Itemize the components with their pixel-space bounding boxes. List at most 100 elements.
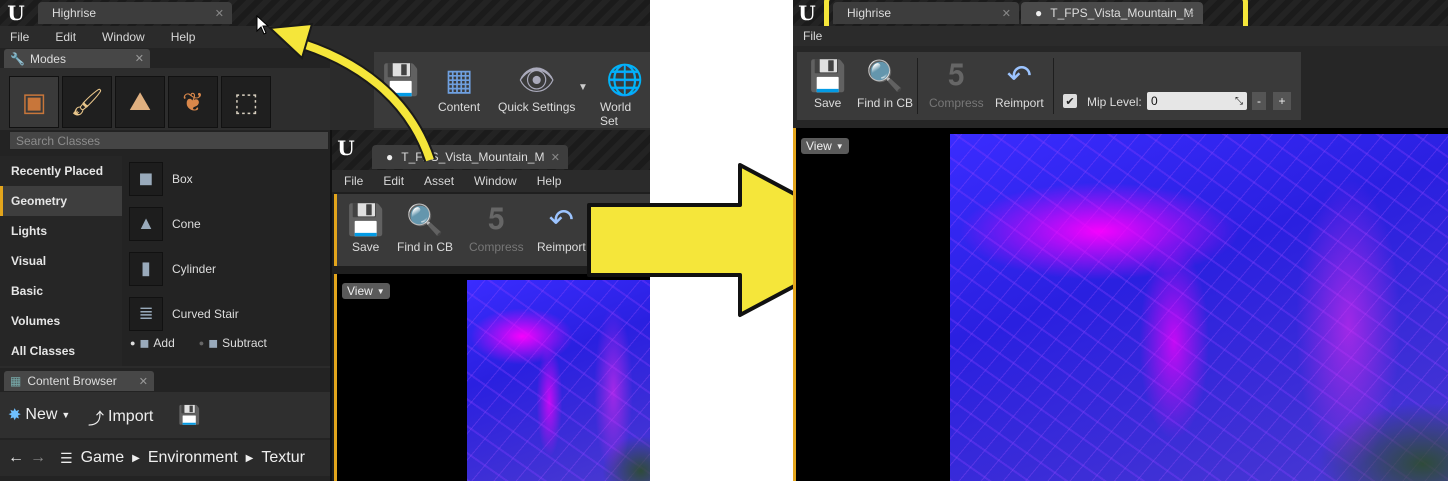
chevron-down-icon: ▼: [835, 141, 844, 151]
breadcrumb-environment[interactable]: Environment: [148, 449, 238, 467]
back-arrow-icon[interactable]: ←: [8, 449, 24, 467]
paint-mode-icon[interactable]: 🖌: [62, 76, 112, 128]
save-all-icon[interactable]: 💾: [178, 405, 200, 426]
new-button[interactable]: ✸ New ▼: [8, 405, 70, 425]
toolbar-separator: [1053, 58, 1054, 114]
right-editor-window: U Highrise ✕ ● T_FPS_Vista_Mountain_M ✕ …: [793, 0, 1448, 481]
close-icon[interactable]: ✕: [551, 151, 560, 164]
foliage-mode-icon[interactable]: ❦: [168, 76, 218, 128]
reimport-icon: ↶: [548, 203, 574, 237]
menu-asset[interactable]: Asset: [424, 174, 454, 188]
texture-preview-image: [950, 134, 1448, 481]
menu-file[interactable]: File: [10, 30, 29, 44]
content-browser-tab[interactable]: ▦ Content Browser ✕: [4, 371, 154, 391]
category-lights[interactable]: Lights: [0, 216, 122, 246]
import-label: Import: [108, 408, 154, 425]
reimport-button[interactable]: ↶ Reimport: [537, 200, 586, 255]
close-icon[interactable]: ✕: [139, 375, 148, 388]
breadcrumb-textures[interactable]: Textur: [261, 449, 305, 467]
compress-button[interactable]: 𝟓 Compress: [469, 200, 524, 254]
chevron-down-icon: ▼: [61, 410, 71, 420]
menu-window[interactable]: Window: [474, 174, 517, 188]
menu-file[interactable]: File: [344, 174, 363, 188]
category-basic[interactable]: Basic: [0, 276, 122, 306]
category-all-classes[interactable]: All Classes: [0, 336, 122, 366]
find-in-cb-button[interactable]: 🔍 Find in CB: [397, 200, 454, 255]
reimport-button[interactable]: ↶ Reimport: [995, 56, 1044, 111]
category-volumes[interactable]: Volumes: [0, 306, 122, 336]
toolbar-separator: [917, 58, 918, 114]
left-editor-window: U Highrise ✕ File Edit Window Help 🔧 Mod…: [0, 0, 650, 481]
find-in-cb-button[interactable]: 🔍 Find in CB: [857, 56, 913, 111]
view-dropdown[interactable]: View ▼: [342, 283, 390, 299]
compress-icon: 𝟓: [948, 59, 965, 92]
radio-add[interactable]: ●: [130, 338, 135, 348]
menu-window[interactable]: Window: [102, 30, 145, 44]
item-label: Cone: [172, 216, 201, 231]
menu-edit[interactable]: Edit: [383, 174, 404, 188]
quick-settings-button[interactable]: 👁 Quick Settings: [498, 60, 575, 115]
mip-level-input[interactable]: 0 ⤡: [1147, 92, 1247, 110]
modes-tab[interactable]: 🔧 Modes ✕: [4, 49, 150, 68]
close-icon[interactable]: ✕: [215, 7, 224, 20]
save-button[interactable]: 💾 Save: [809, 56, 847, 111]
landscape-mode-icon[interactable]: ⛰: [115, 76, 165, 128]
box-icon: ◼: [129, 161, 163, 196]
save-button[interactable]: 💾 Save: [347, 200, 385, 255]
import-button[interactable]: ⤴ Import: [88, 405, 153, 429]
tree-toggle-icon[interactable]: ☰: [60, 450, 73, 467]
place-mode-icon[interactable]: ▣: [9, 76, 59, 128]
item-label: Box: [172, 171, 193, 186]
mip-increment-button[interactable]: +: [1273, 92, 1291, 110]
curved-stair-icon: ≣: [129, 296, 163, 331]
compress-icon: 𝟓: [488, 203, 505, 236]
eye-icon: 👁: [517, 63, 556, 97]
category-geometry[interactable]: Geometry: [0, 186, 122, 216]
list-item-cylinder[interactable]: ▮ Cylinder: [122, 246, 330, 291]
breadcrumb: ← → ☰ Game ▶ Environment ▶ Textur: [0, 440, 330, 476]
mip-decrement-button[interactable]: -: [1252, 92, 1266, 110]
tab-highrise[interactable]: Highrise ✕: [38, 2, 232, 24]
compress-label: Compress: [469, 240, 524, 254]
mip-checkbox[interactable]: ✔: [1063, 94, 1077, 108]
list-item-curved-stair[interactable]: ≣ Curved Stair: [122, 291, 330, 336]
subtract-brush-icon: ◼: [208, 336, 219, 350]
geometry-list: ◼ Box ▲ Cone ▮ Cylinder ≣ Curved Stair: [122, 156, 330, 336]
texture-editor-toolbar: 💾 Save 🔍 Find in CB 𝟓 Compress ↶ Reimpor…: [797, 52, 1301, 120]
cone-icon: ▲: [129, 206, 163, 241]
cylinder-icon: ▮: [129, 251, 163, 286]
save-icon: 💾: [809, 59, 847, 93]
save-icon: 💾: [347, 203, 385, 237]
world-settings-label: World Set: [600, 100, 632, 128]
world-settings-button[interactable]: 🌐 World Set: [600, 60, 650, 129]
forward-arrow-icon[interactable]: →: [30, 449, 46, 467]
view-label: View: [347, 284, 373, 298]
compress-button[interactable]: 𝟓 Compress: [929, 56, 984, 110]
find-in-cb-label: Find in CB: [397, 240, 454, 254]
menu-file[interactable]: File: [803, 29, 822, 43]
subtract-label: Subtract: [222, 336, 267, 350]
chevron-right-icon: ▶: [245, 452, 254, 464]
tab-label: Highrise: [52, 6, 97, 20]
view-label: View: [806, 139, 832, 153]
mip-level-label: Mip Level:: [1087, 95, 1142, 109]
magnifier-icon: 🔍: [866, 59, 904, 93]
chevron-down-icon[interactable]: ▼: [578, 82, 588, 93]
import-icon: ⤴: [88, 411, 105, 428]
curved-arrow-annotation: [267, 22, 436, 162]
reimport-label: Reimport: [537, 240, 586, 254]
breadcrumb-game[interactable]: Game: [81, 449, 125, 467]
menu-help[interactable]: Help: [537, 174, 562, 188]
close-icon[interactable]: ✕: [135, 52, 144, 65]
category-recently-placed[interactable]: Recently Placed: [0, 156, 122, 186]
view-dropdown[interactable]: View ▼: [801, 138, 849, 154]
save-label: Save: [814, 96, 842, 110]
menu-help[interactable]: Help: [171, 30, 196, 44]
list-item-cone[interactable]: ▲ Cone: [122, 201, 330, 246]
modes-tab-label: Modes: [29, 51, 66, 66]
radio-subtract[interactable]: ●: [199, 338, 204, 348]
category-visual[interactable]: Visual: [0, 246, 122, 276]
reimport-label: Reimport: [995, 96, 1044, 110]
compress-label: Compress: [929, 96, 984, 110]
menu-edit[interactable]: Edit: [55, 30, 76, 44]
